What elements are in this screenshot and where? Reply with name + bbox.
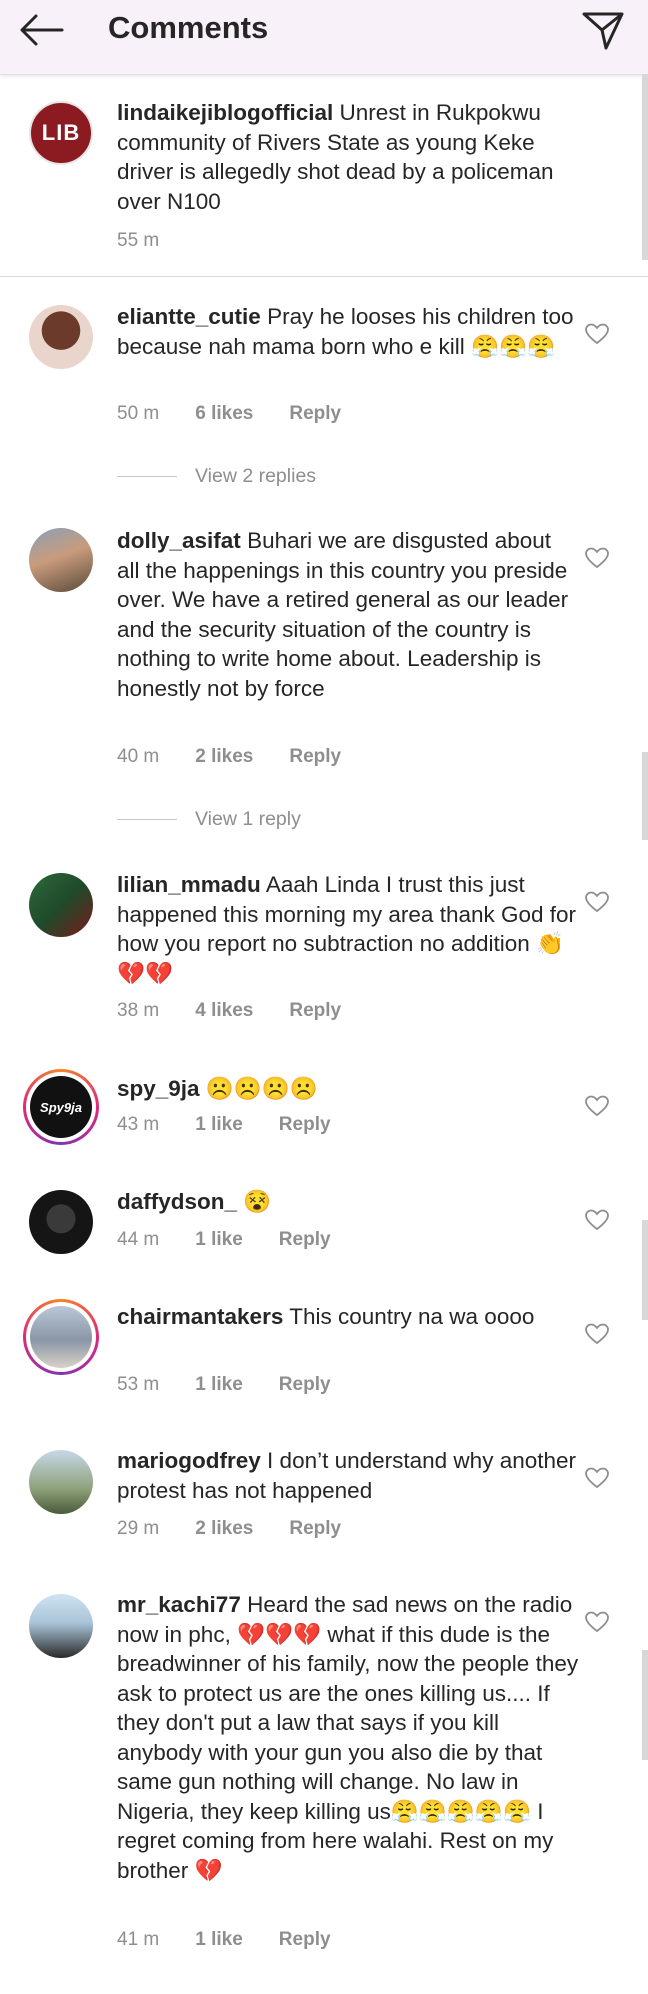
comment-body: Heard the sad news on the radio now in p… [117, 1592, 579, 1883]
username[interactable]: dolly_asifat [117, 528, 241, 553]
view-replies-link[interactable]: View 2 replies [117, 465, 316, 488]
view-replies-label: View 1 reply [195, 808, 301, 830]
comment-text: mr_kachi77 Heard the sad news on the rad… [117, 1590, 579, 1885]
comment-meta: 41 m 1 like Reply [117, 1929, 367, 1951]
avatar[interactable] [29, 528, 93, 592]
heart-icon[interactable] [584, 890, 610, 914]
likes-count[interactable]: 2 likes [195, 746, 253, 768]
view-replies-link[interactable]: View 1 reply [117, 808, 301, 831]
reply-button[interactable]: Reply [289, 403, 341, 425]
avatar[interactable] [29, 873, 93, 937]
caption-text: lindaikejiblogofficial Unrest in Rukpokw… [117, 98, 579, 216]
likes-count[interactable]: 1 like [195, 1929, 243, 1951]
comment-body: ☹️☹️☹️☹️ [205, 1076, 318, 1101]
story-ring[interactable]: Spy9ja [23, 1069, 99, 1145]
timestamp: 55 m [117, 230, 160, 251]
comment-meta: 43 m 1 like Reply [117, 1114, 367, 1136]
send-icon[interactable] [580, 8, 626, 54]
likes-count[interactable]: 1 like [195, 1374, 243, 1396]
avatar[interactable] [29, 1594, 93, 1658]
post-caption: LIB lindaikejiblogofficial Unrest in Ruk… [0, 74, 648, 277]
timestamp: 50 m [117, 403, 160, 424]
username[interactable]: lilian_mmadu [117, 872, 261, 897]
heart-icon[interactable] [584, 1610, 610, 1634]
comment-text: chairmantakers This country na wa oooo [117, 1302, 579, 1332]
divider [117, 819, 177, 820]
timestamp: 41 m [117, 1929, 160, 1950]
comment-meta: 40 m 2 likes Reply [117, 746, 377, 768]
top-bar: Comments [0, 0, 648, 75]
view-replies-label: View 2 replies [195, 465, 317, 487]
username[interactable]: lindaikejiblogofficial [117, 100, 333, 125]
likes-count[interactable]: 2 likes [195, 1518, 253, 1540]
back-arrow-icon[interactable] [18, 12, 66, 48]
username[interactable]: spy_9ja [117, 1076, 200, 1101]
likes-count[interactable]: 1 like [195, 1114, 243, 1136]
avatar-frame: Spy9ja [26, 1072, 96, 1142]
scrollbar[interactable] [642, 1650, 648, 1760]
username[interactable]: daffydson_ [117, 1189, 237, 1214]
username[interactable]: eliantte_cutie [117, 304, 261, 329]
comment-meta: 50 m 6 likes Reply [117, 403, 377, 425]
reply-button[interactable]: Reply [289, 1000, 341, 1022]
reply-button[interactable]: Reply [289, 1518, 341, 1540]
comment-body: This country na wa oooo [289, 1304, 535, 1329]
timestamp: 40 m [117, 746, 160, 767]
heart-icon[interactable] [584, 1322, 610, 1346]
comment-body: Buhari we are disgusted about all the ha… [117, 528, 569, 701]
heart-icon[interactable] [584, 322, 610, 346]
heart-icon[interactable] [584, 1094, 610, 1118]
username[interactable]: mr_kachi77 [117, 1592, 241, 1617]
timestamp: 53 m [117, 1374, 160, 1395]
comment-text: daffydson_ 😵 [117, 1187, 579, 1217]
scrollbar[interactable] [642, 1220, 648, 1320]
avatar[interactable] [29, 1450, 93, 1514]
reply-button[interactable]: Reply [279, 1929, 331, 1951]
page-title: Comments [108, 10, 269, 45]
reply-button[interactable]: Reply [289, 746, 341, 768]
avatar[interactable]: LIB [29, 101, 93, 165]
avatar-frame [26, 1302, 96, 1372]
reply-button[interactable]: Reply [279, 1229, 331, 1251]
timestamp: 43 m [117, 1114, 160, 1135]
likes-count[interactable]: 6 likes [195, 403, 253, 425]
avatar [30, 1306, 92, 1368]
comment-meta: 29 m 2 likes Reply [117, 1518, 377, 1540]
comment-meta: 38 m 4 likes Reply [117, 1000, 377, 1022]
comment-text: dolly_asifat Buhari we are disgusted abo… [117, 526, 579, 703]
likes-count[interactable]: 1 like [195, 1229, 243, 1251]
avatar: Spy9ja [30, 1076, 92, 1138]
caption-meta: 55 m [117, 230, 195, 252]
avatar[interactable] [29, 1190, 93, 1254]
heart-icon[interactable] [584, 546, 610, 570]
comment-text: eliantte_cutie Pray he looses his childr… [117, 302, 579, 361]
heart-icon[interactable] [584, 1466, 610, 1490]
timestamp: 38 m [117, 1000, 160, 1021]
scrollbar[interactable] [642, 752, 648, 840]
reply-button[interactable]: Reply [279, 1114, 331, 1136]
avatar-logo-text: Spy9ja [40, 1099, 82, 1115]
username[interactable]: mariogodfrey [117, 1448, 261, 1473]
comment-meta: 44 m 1 like Reply [117, 1229, 367, 1251]
reply-button[interactable]: Reply [279, 1374, 331, 1396]
divider [117, 476, 177, 477]
comment-meta: 53 m 1 like Reply [117, 1374, 367, 1396]
comment-text: lilian_mmadu Aaah Linda I trust this jus… [117, 870, 579, 988]
timestamp: 29 m [117, 1518, 160, 1539]
story-ring[interactable] [23, 1299, 99, 1375]
comment-text: spy_9ja ☹️☹️☹️☹️ [117, 1074, 579, 1104]
timestamp: 44 m [117, 1229, 160, 1250]
likes-count[interactable]: 4 likes [195, 1000, 253, 1022]
logo-text: LIB [41, 120, 81, 145]
heart-icon[interactable] [584, 1208, 610, 1232]
comment-body: 😵 [243, 1189, 272, 1214]
comment-text: mariogodfrey I don’t understand why anot… [117, 1446, 579, 1505]
avatar[interactable] [29, 305, 93, 369]
username[interactable]: chairmantakers [117, 1304, 283, 1329]
